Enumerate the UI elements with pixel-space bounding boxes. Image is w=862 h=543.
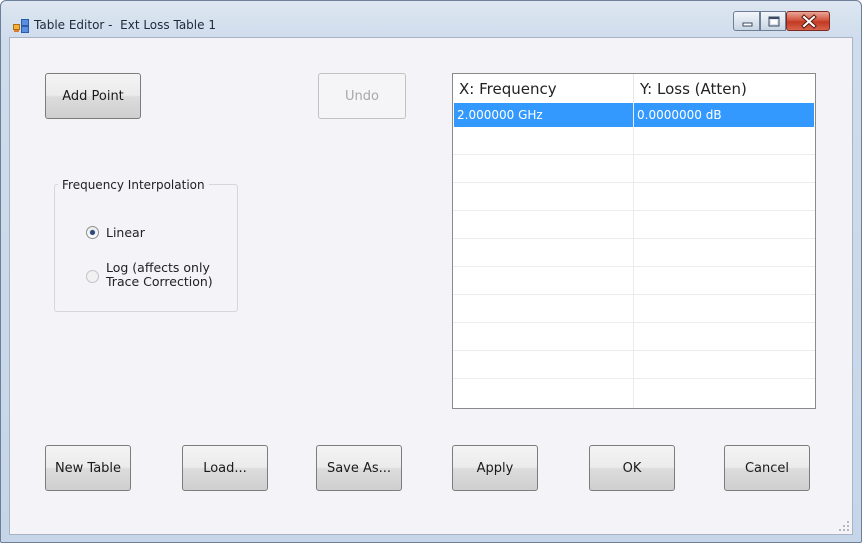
dialog-client-area: Add Point Undo Frequency Interpolation L…	[9, 37, 853, 535]
row-divider	[453, 210, 815, 211]
new-table-button[interactable]: New Table	[45, 445, 131, 491]
window-title: Table Editor - Ext Loss Table 1	[34, 18, 216, 32]
frequency-interpolation-label: Frequency Interpolation	[58, 178, 209, 192]
apply-button[interactable]: Apply	[452, 445, 538, 491]
frequency-interpolation-group	[54, 184, 238, 312]
maximize-button[interactable]	[760, 11, 786, 31]
row-divider	[453, 322, 815, 323]
table-editor-icon	[13, 18, 29, 33]
loss-table[interactable]: X: Frequency Y: Loss (Atten) 2.000000 GH…	[452, 73, 816, 409]
linear-radio-label[interactable]: Linear	[106, 226, 145, 240]
column-divider	[633, 102, 634, 408]
loss-cell[interactable]: 0.0000000 dB	[633, 103, 814, 127]
resize-grip-icon[interactable]	[838, 520, 850, 532]
load-button[interactable]: Load...	[182, 445, 268, 491]
table-row[interactable]: 2.000000 GHz 0.0000000 dB	[454, 103, 814, 127]
minimize-button[interactable]	[733, 11, 760, 31]
log-radio-label[interactable]: Log (affects only Trace Correction)	[106, 261, 213, 289]
linear-radio[interactable]	[86, 226, 99, 239]
save-as-button[interactable]: Save As...	[316, 445, 402, 491]
ok-button[interactable]: OK	[589, 445, 675, 491]
row-divider	[453, 294, 815, 295]
cancel-button[interactable]: Cancel	[724, 445, 810, 491]
row-divider	[453, 238, 815, 239]
maximize-icon	[768, 16, 780, 27]
title-bar[interactable]: Table Editor - Ext Loss Table 1	[1, 1, 861, 37]
minimize-icon	[742, 22, 753, 27]
column-header-loss[interactable]: Y: Loss (Atten)	[633, 74, 815, 102]
table-editor-window: Table Editor - Ext Loss Table 1 Add Poin…	[0, 0, 862, 543]
row-divider	[453, 182, 815, 183]
row-divider	[453, 350, 815, 351]
close-icon	[801, 14, 817, 29]
column-header-frequency[interactable]: X: Frequency	[453, 74, 633, 102]
close-button[interactable]	[786, 11, 830, 31]
log-radio[interactable]	[86, 270, 99, 283]
row-divider	[453, 154, 815, 155]
row-divider	[453, 378, 815, 379]
undo-button[interactable]: Undo	[318, 73, 406, 119]
frequency-cell[interactable]: 2.000000 GHz	[454, 103, 633, 127]
add-point-button[interactable]: Add Point	[45, 73, 141, 119]
row-divider	[453, 266, 815, 267]
